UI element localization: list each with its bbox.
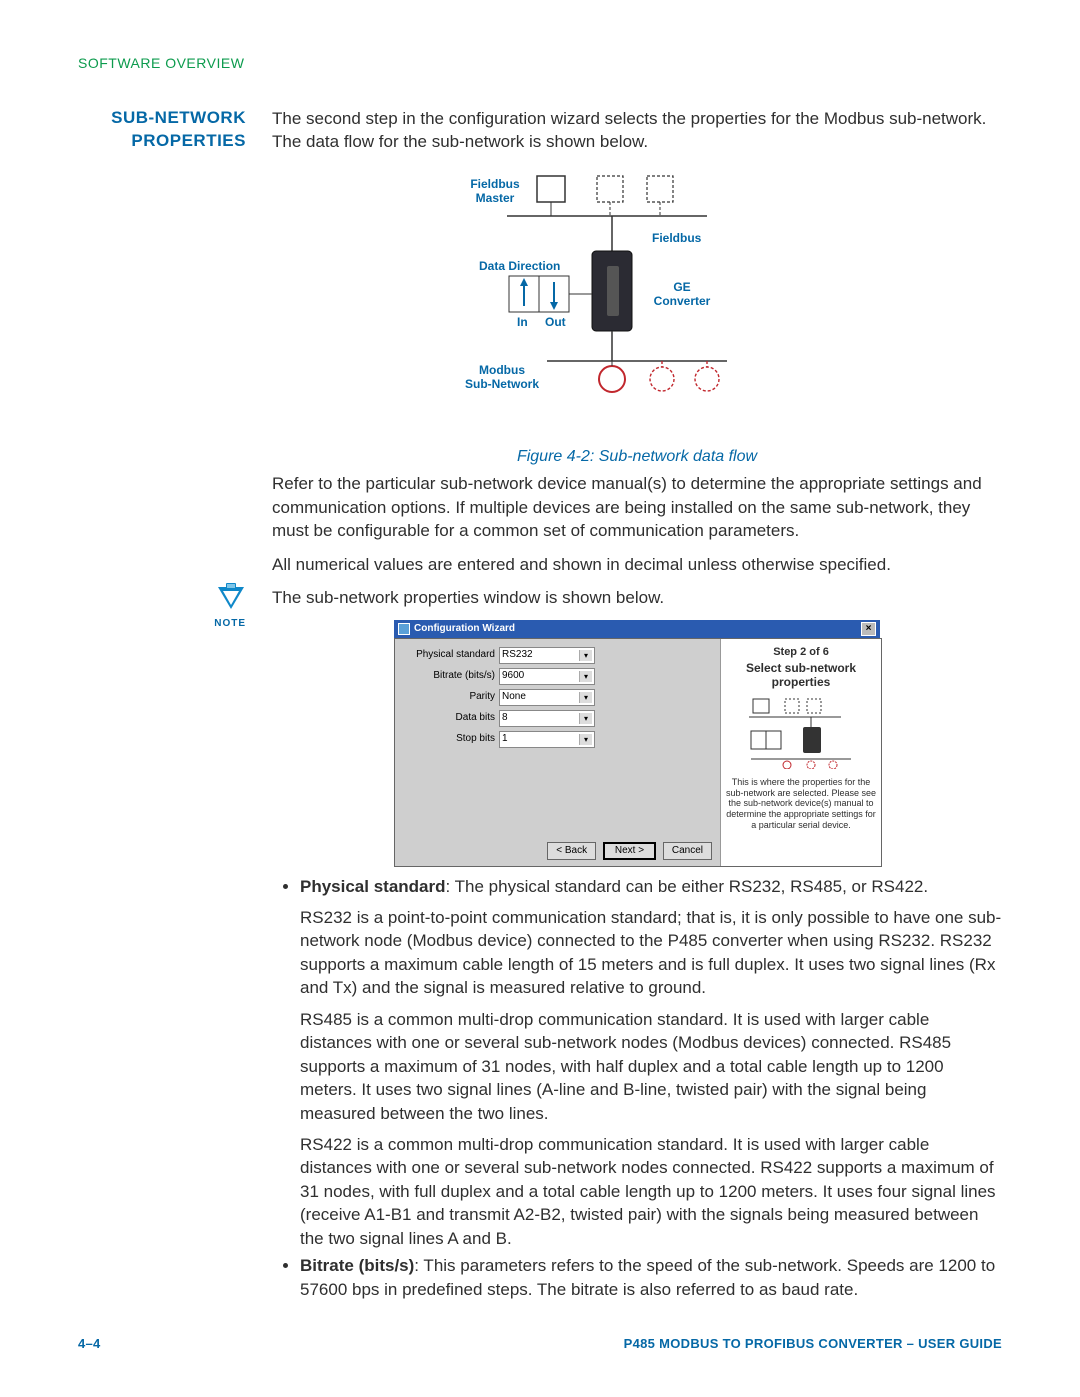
diagram-label-data-direction: Data Direction — [479, 260, 560, 274]
paragraph: RS232 is a point-to-point communication … — [300, 906, 1002, 1000]
select-bitrate[interactable]: 9600 ▾ — [499, 668, 595, 685]
chevron-down-icon: ▾ — [579, 650, 592, 661]
paragraph: All numerical values are entered and sho… — [272, 553, 1002, 576]
label-bitrate: Bitrate (bits/s) — [403, 669, 499, 683]
paragraph: The sub-network properties window is sho… — [272, 586, 1002, 609]
paragraph: Refer to the particular sub-network devi… — [272, 472, 1002, 542]
diagram-label-in: In — [517, 316, 528, 330]
note-label: NOTE — [78, 618, 246, 629]
wizard-step: Step 2 of 6 — [725, 645, 877, 660]
diagram-label-fieldbus-master: FieldbusMaster — [465, 178, 525, 206]
select-parity[interactable]: None ▾ — [499, 689, 595, 706]
wizard-side-diagram — [741, 695, 861, 769]
chevron-down-icon: ▾ — [579, 671, 592, 682]
bullet-lead: Bitrate (bits/s) — [300, 1256, 414, 1275]
diagram-label-modbus-subnet: ModbusSub-Network — [457, 364, 547, 392]
figure-diagram: FieldbusMaster Fieldbus Data Direction I… — [272, 166, 1002, 469]
chevron-down-icon: ▾ — [579, 734, 592, 745]
bullet-text: : The physical standard can be either RS… — [446, 877, 929, 896]
chevron-down-icon: ▾ — [579, 692, 592, 703]
paragraph: RS422 is a common multi-drop communicati… — [300, 1133, 1002, 1250]
label-stopbits: Stop bits — [403, 732, 499, 746]
footer-doc-title: P485 MODBUS TO PROFIBUS CONVERTER – USER… — [624, 1336, 1002, 1351]
select-value: 1 — [502, 732, 508, 746]
chevron-down-icon: ▾ — [579, 713, 592, 724]
wizard-side-heading: Select sub-network properties — [725, 662, 877, 690]
select-stopbits[interactable]: 1▾ — [499, 731, 595, 748]
page-number: 4–4 — [78, 1336, 101, 1351]
back-button[interactable]: < Back — [547, 842, 596, 860]
diagram-label-fieldbus: Fieldbus — [652, 232, 701, 246]
cancel-button[interactable]: Cancel — [663, 842, 712, 860]
paragraph: RS485 is a common multi-drop communicati… — [300, 1008, 1002, 1125]
figure-caption: Figure 4-2: Sub-network data flow — [272, 446, 1002, 468]
select-value: RS232 — [502, 648, 533, 662]
section-heading-line1: SUB-NETWORK — [78, 107, 246, 130]
bullet-lead: Physical standard — [300, 877, 446, 896]
select-value: 8 — [502, 711, 508, 725]
wizard-side-desc: This is where the properties for the sub… — [725, 777, 877, 831]
wizard-title: Configuration Wizard — [414, 622, 515, 636]
section-heading: SUB-NETWORK PROPERTIES — [78, 107, 246, 153]
close-icon[interactable]: × — [861, 622, 876, 636]
next-button[interactable]: Next > — [603, 842, 656, 860]
section-heading-line2: PROPERTIES — [78, 130, 246, 153]
chapter-heading: SOFTWARE OVERVIEW — [78, 55, 1002, 71]
select-databits[interactable]: 8▾ — [499, 710, 595, 727]
select-value: 9600 — [502, 669, 524, 683]
select-physical-standard[interactable]: RS232 ▾ — [499, 647, 595, 664]
wizard-screenshot: Configuration Wizard × Physical standard… — [272, 620, 1002, 867]
diagram-label-ge-converter: GEConverter — [647, 281, 717, 309]
label-databits: Data bits — [403, 711, 499, 725]
label-parity: Parity — [403, 690, 499, 704]
paragraph: The second step in the configuration wiz… — [272, 107, 1002, 154]
label-physical-standard: Physical standard — [403, 648, 499, 662]
app-icon — [398, 623, 410, 635]
list-item: Physical standard: The physical standard… — [300, 875, 1002, 898]
list-item: Bitrate (bits/s): This parameters refers… — [300, 1254, 1002, 1301]
diagram-label-out: Out — [545, 316, 566, 330]
note-icon: NOTE — [78, 583, 246, 629]
select-value: None — [502, 690, 526, 704]
wizard-titlebar: Configuration Wizard × — [394, 620, 880, 638]
